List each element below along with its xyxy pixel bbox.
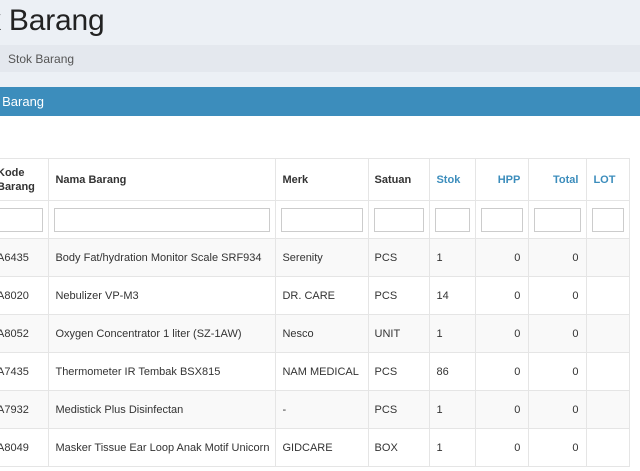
cell-merk: NAM MEDICAL: [275, 352, 369, 391]
cell-nama: Thermometer IR Tembak BSX815: [48, 352, 277, 391]
stock-table: Kode Barang Nama Barang Merk Satuan Stok…: [0, 158, 630, 467]
cell-satuan: PCS: [367, 276, 431, 315]
filter-cell: [48, 200, 277, 239]
cell-hpp: 0: [474, 314, 530, 353]
cell-nama: Oxygen Concentrator 1 liter (SZ-1AW): [48, 314, 277, 353]
column-header-lot[interactable]: LOT: [586, 158, 630, 201]
cell-satuan: PCS: [367, 238, 431, 277]
cell-stok: 14: [429, 276, 476, 315]
cell-kode: A8049: [0, 428, 50, 467]
cell-merk: DR. CARE: [275, 276, 369, 315]
column-header-total[interactable]: Total: [528, 158, 588, 201]
filter-input-total[interactable]: [534, 207, 582, 232]
cell-merk: -: [275, 390, 369, 429]
column-header-satuan[interactable]: Satuan: [367, 158, 431, 201]
filter-input-stok[interactable]: [435, 207, 470, 232]
filter-input-satuan[interactable]: [373, 207, 425, 232]
column-header-hpp[interactable]: HPP: [474, 158, 530, 201]
page-title: k Barang: [0, 4, 105, 37]
cell-nama: Nebulizer VP-M3: [48, 276, 277, 315]
cell-nama: Medistick Plus Disinfectan: [48, 390, 277, 429]
cell-total: 0: [528, 238, 588, 277]
cell-satuan: BOX: [367, 428, 431, 467]
cell-satuan: PCS: [367, 390, 431, 429]
cell-merk: GIDCARE: [275, 428, 369, 467]
filter-cell: [474, 200, 530, 239]
filter-input-hpp[interactable]: [480, 207, 524, 232]
cell-nama: Masker Tissue Ear Loop Anak Motif Unicor…: [48, 428, 277, 467]
filter-input-nama[interactable]: [54, 207, 271, 232]
cell-nama: Body Fat/hydration Monitor Scale SRF934: [48, 238, 277, 277]
cell-satuan: PCS: [367, 352, 431, 391]
filter-input-kode[interactable]: [0, 207, 44, 232]
filter-cell: [367, 200, 431, 239]
cell-merk: Serenity: [275, 238, 369, 277]
breadcrumb: / Stok Barang: [0, 45, 640, 72]
table-row: A8049 Masker Tissue Ear Loop Anak Motif …: [0, 428, 630, 467]
cell-total: 0: [528, 352, 588, 391]
cell-total: 0: [528, 428, 588, 467]
table-row: A7932 Medistick Plus Disinfectan - PCS 1…: [0, 390, 630, 429]
cell-lot: [586, 238, 630, 277]
cell-total: 0: [528, 390, 588, 429]
cell-merk: Nesco: [275, 314, 369, 353]
box-header: k Barang: [0, 87, 640, 116]
cell-stok: 86: [429, 352, 476, 391]
column-header-nama[interactable]: Nama Barang: [48, 158, 277, 201]
filter-cell: [275, 200, 369, 239]
cell-stok: 1: [429, 238, 476, 277]
stock-box: k Barang Kode Barang Nama Barang Merk Sa…: [0, 87, 640, 471]
column-header-stok[interactable]: Stok: [429, 158, 476, 201]
filter-cell: [429, 200, 476, 239]
cell-hpp: 0: [474, 238, 530, 277]
cell-lot: [586, 314, 630, 353]
column-header-merk[interactable]: Merk: [275, 158, 369, 201]
cell-kode: A6435: [0, 238, 50, 277]
cell-kode: A8052: [0, 314, 50, 353]
cell-hpp: 0: [474, 428, 530, 467]
cell-lot: [586, 390, 630, 429]
table-row: A7435 Thermometer IR Tembak BSX815 NAM M…: [0, 352, 630, 391]
filter-input-merk[interactable]: [281, 207, 363, 232]
cell-hpp: 0: [474, 276, 530, 315]
cell-stok: 1: [429, 390, 476, 429]
cell-kode: A7932: [0, 390, 50, 429]
cell-lot: [586, 428, 630, 467]
cell-kode: A8020: [0, 276, 50, 315]
column-header-kode[interactable]: Kode Barang: [0, 158, 50, 201]
cell-total: 0: [528, 314, 588, 353]
breadcrumb-current: Stok Barang: [8, 52, 75, 66]
table-row: A8052 Oxygen Concentrator 1 liter (SZ-1A…: [0, 314, 630, 353]
cell-hpp: 0: [474, 390, 530, 429]
filter-cell: [586, 200, 630, 239]
filter-cell: [0, 200, 50, 239]
box-title: k Barang: [0, 94, 45, 109]
cell-stok: 1: [429, 428, 476, 467]
table-row: A6435 Body Fat/hydration Monitor Scale S…: [0, 238, 630, 277]
cell-lot: [586, 352, 630, 391]
cell-total: 0: [528, 276, 588, 315]
table-row: A8020 Nebulizer VP-M3 DR. CARE PCS 14 0 …: [0, 276, 630, 315]
cell-stok: 1: [429, 314, 476, 353]
filter-cell: [528, 200, 588, 239]
cell-kode: A7435: [0, 352, 50, 391]
filter-input-lot[interactable]: [592, 207, 624, 232]
cell-lot: [586, 276, 630, 315]
cell-satuan: UNIT: [367, 314, 431, 353]
cell-hpp: 0: [474, 352, 530, 391]
